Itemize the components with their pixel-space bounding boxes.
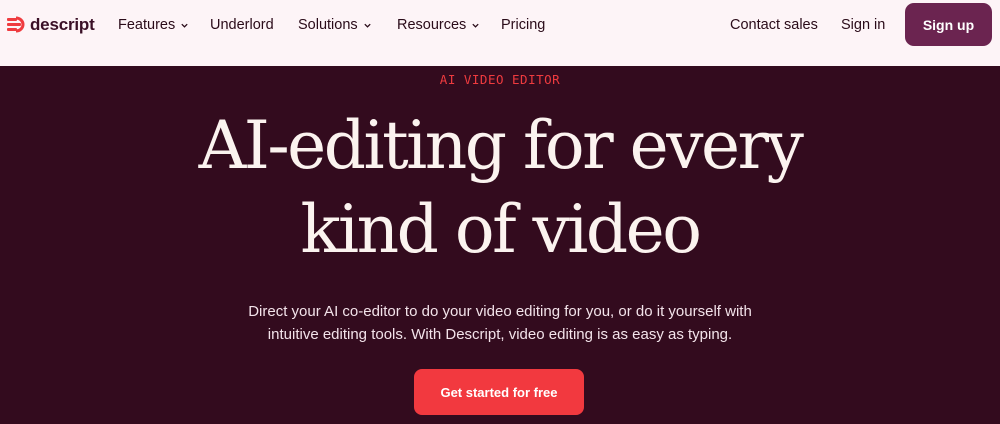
nav-pricing[interactable]: Pricing: [501, 15, 545, 35]
contact-sales-label: Contact sales: [730, 17, 818, 33]
sign-up-button[interactable]: Sign up: [905, 3, 992, 46]
contact-sales-link[interactable]: Contact sales: [730, 15, 818, 35]
nav-features-label: Features: [118, 17, 176, 33]
sign-in-label: Sign in: [841, 17, 886, 33]
nav-underlord-label: Underlord: [210, 17, 274, 33]
hero-headline-line-2: kind of video: [300, 191, 702, 268]
chevron-down-icon: [364, 23, 371, 28]
nav-resources[interactable]: Resources: [397, 15, 480, 35]
nav-underlord[interactable]: Underlord: [210, 15, 274, 35]
hero-eyebrow: AI VIDEO EDITOR: [439, 72, 561, 87]
hero-subtext: Direct your AI co-editor to do your vide…: [0, 300, 1000, 346]
descript-logo[interactable]: descript: [6, 13, 95, 37]
nav-pricing-label: Pricing: [501, 17, 546, 33]
get-started-button[interactable]: Get started for free: [414, 369, 584, 415]
chevron-down-icon: [472, 23, 479, 28]
chevron-down-icon: [181, 23, 188, 28]
hero-headline: AI-editing for every kind of video: [0, 104, 1000, 272]
hero-headline-line-1: AI-editing for every: [198, 107, 804, 184]
sign-up-label: Sign up: [922, 16, 975, 33]
descript-logo-icon: [7, 16, 25, 33]
nav-solutions-label: Solutions: [298, 17, 358, 33]
brand-name: descript: [30, 15, 95, 34]
top-navigation-bar: descript Features Underlord Solutions Re…: [0, 0, 1000, 66]
sign-in-link[interactable]: Sign in: [841, 15, 885, 35]
get-started-label: Get started for free: [440, 384, 558, 400]
hero-subtext-line-1: Direct your AI co-editor to do your vide…: [248, 303, 752, 320]
hero-subtext-line-2: intuitive editing tools. With Descript, …: [267, 326, 733, 343]
nav-solutions[interactable]: Solutions: [298, 15, 372, 35]
nav-features[interactable]: Features: [118, 15, 189, 35]
nav-resources-label: Resources: [397, 17, 467, 33]
